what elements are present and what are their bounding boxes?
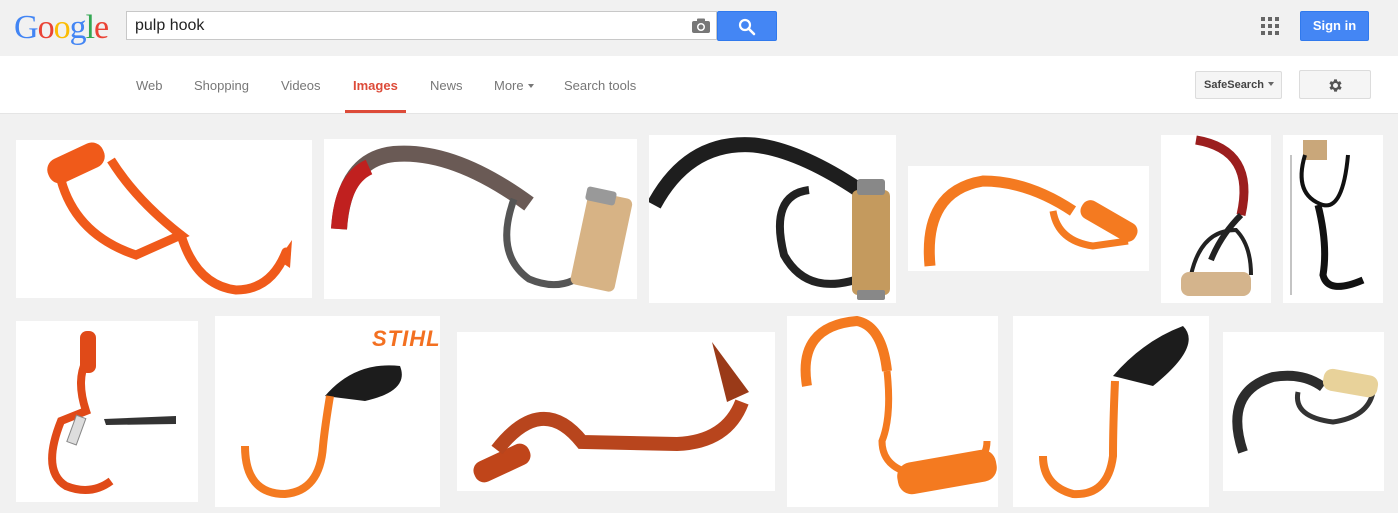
logo-letter: G <box>14 9 39 46</box>
pulp-hook-image <box>1232 368 1379 454</box>
chevron-down-icon <box>1267 82 1274 87</box>
tab-web[interactable]: Web <box>136 78 163 93</box>
active-tab-indicator <box>345 110 406 113</box>
sign-in-button[interactable]: Sign in <box>1300 11 1369 41</box>
top-bar: Google Sign in <box>0 0 1398 56</box>
image-result[interactable] <box>1223 332 1384 491</box>
tab-images[interactable]: Images <box>353 78 398 93</box>
image-result[interactable] <box>324 139 637 299</box>
pulp-hook-image <box>241 365 402 499</box>
search-icon <box>738 18 756 36</box>
logo-letter: e <box>94 9 109 46</box>
logo-letter: o <box>37 9 55 46</box>
search-input[interactable] <box>135 15 675 36</box>
pulp-hook-image <box>1290 140 1365 295</box>
image-result[interactable] <box>1283 135 1383 303</box>
tab-videos[interactable]: Videos <box>281 78 321 93</box>
image-result[interactable] <box>908 166 1149 271</box>
pulp-hook-image <box>1039 326 1189 499</box>
settings-button[interactable] <box>1299 70 1371 99</box>
pulp-hook-image <box>923 175 1138 267</box>
tab-search-tools[interactable]: Search tools <box>564 78 636 93</box>
image-result[interactable] <box>1013 316 1209 507</box>
safesearch-label: SafeSearch <box>1204 79 1264 91</box>
tab-more-label: More <box>494 78 524 93</box>
image-result[interactable] <box>1161 135 1271 303</box>
pulp-hook-image <box>649 137 890 300</box>
image-result[interactable] <box>787 316 998 507</box>
pulp-hook-image <box>47 142 292 295</box>
image-result[interactable] <box>457 332 775 491</box>
tab-news[interactable]: News <box>430 78 463 93</box>
image-result[interactable] <box>16 321 198 502</box>
pulp-hook-image <box>1181 135 1253 296</box>
nav-bar: Web Shopping Videos Images News More Sea… <box>0 56 1398 114</box>
pulp-hook-image <box>48 331 176 494</box>
search-button[interactable] <box>717 11 777 41</box>
chevron-down-icon <box>527 83 534 88</box>
logo-letter: l <box>85 9 96 46</box>
gear-icon <box>1329 79 1342 92</box>
image-result[interactable] <box>16 140 312 298</box>
pulp-hook-image <box>800 316 997 495</box>
google-logo[interactable]: Google <box>14 9 109 47</box>
pulp-hook-image <box>473 342 749 483</box>
tab-shopping[interactable]: Shopping <box>194 78 249 93</box>
image-result[interactable]: STIHL <box>215 316 440 507</box>
safesearch-button[interactable]: SafeSearch <box>1195 71 1282 99</box>
search-box[interactable] <box>126 11 717 40</box>
apps-grid-icon[interactable] <box>1261 17 1279 35</box>
logo-letter: o <box>53 9 71 46</box>
camera-icon[interactable] <box>691 17 711 35</box>
logo-letter: g <box>69 9 87 46</box>
image-result[interactable] <box>649 135 896 303</box>
tab-more[interactable]: More <box>494 78 534 93</box>
pulp-hook-image <box>331 145 633 292</box>
